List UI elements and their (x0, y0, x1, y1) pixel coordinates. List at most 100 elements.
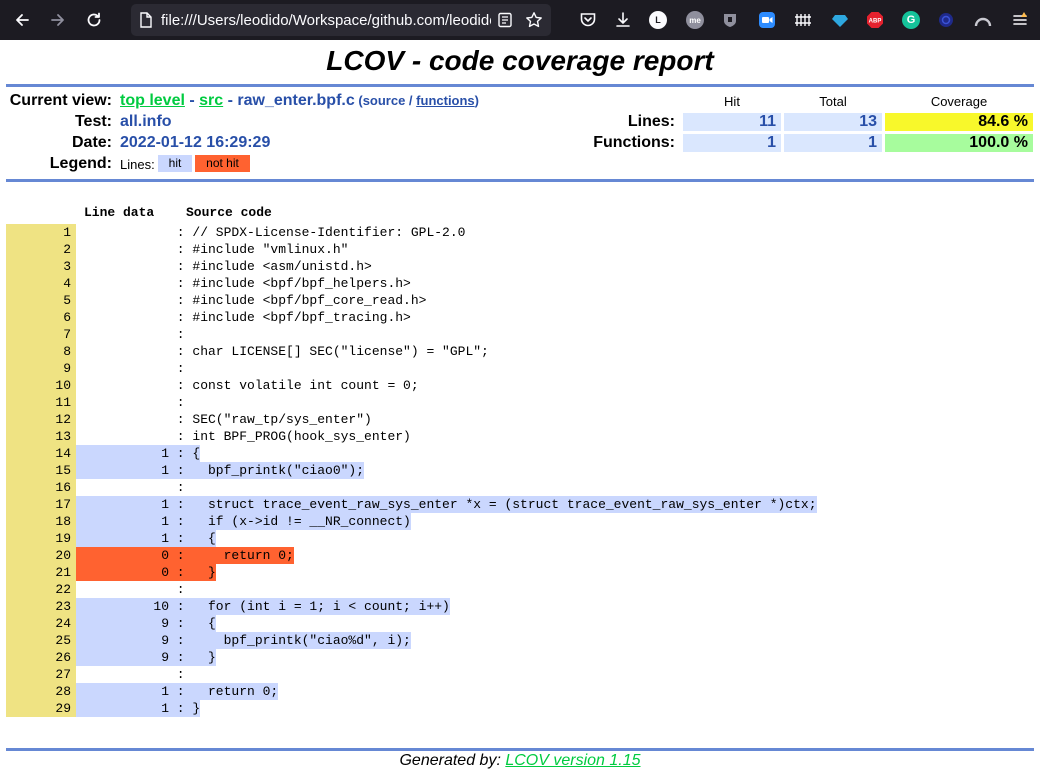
hit-count: 9 (161, 616, 169, 631)
lcov-version-link[interactable]: LCOV version 1.15 (505, 752, 640, 769)
downloads-icon[interactable] (613, 10, 633, 30)
line-content: : (76, 581, 192, 598)
source-text: for (int i = 1; i < count; i++) (192, 599, 450, 614)
line-number: 25 (6, 632, 76, 649)
hit-count: 10 (153, 599, 169, 614)
extension-grid-icon[interactable] (793, 10, 813, 30)
source-text: #include <bpf/bpf_tracing.h> (192, 310, 411, 325)
source-text: struct trace_event_raw_sys_enter *x = (s… (192, 497, 817, 512)
line-separator: : (169, 378, 193, 393)
source-line: 7 : (6, 326, 817, 343)
extension-blue-circle-icon[interactable] (936, 10, 956, 30)
line-separator: : (169, 463, 193, 478)
summary-header-total: Total (819, 94, 847, 109)
line-number: 22 (6, 581, 76, 598)
functions-link[interactable]: functions (416, 93, 475, 108)
test-value: all.info (120, 113, 172, 130)
source-text: #include <bpf/bpf_helpers.h> (192, 276, 411, 291)
line-content: : #include "vmlinux.h" (76, 241, 349, 258)
source-line: 19 1 : { (6, 530, 817, 547)
line-separator: : (169, 429, 193, 444)
page-title: LCOV - code coverage report (326, 45, 714, 76)
source-line: 12 : SEC("raw_tp/sys_enter") (6, 411, 817, 428)
svg-text:ABP: ABP (869, 19, 882, 25)
line-separator: : (169, 242, 193, 257)
line-number: 12 (6, 411, 76, 428)
line-separator: : (169, 327, 193, 342)
forward-button[interactable] (40, 2, 76, 38)
line-number: 14 (6, 445, 76, 462)
hit-count: 0 (161, 548, 169, 563)
line-number: 10 (6, 377, 76, 394)
line-content: 1 : { (76, 530, 216, 547)
extension-shield-icon[interactable] (720, 10, 740, 30)
line-number: 17 (6, 496, 76, 513)
line-content: : (76, 666, 192, 683)
forward-arrow-icon (51, 14, 64, 26)
pocket-icon[interactable] (578, 10, 598, 30)
test-label: Test: (74, 113, 112, 130)
hit-count: 1 (161, 497, 169, 512)
line-number: 26 (6, 649, 76, 666)
summary-header-coverage: Coverage (930, 94, 988, 109)
line-number: 5 (6, 292, 76, 309)
extension-l-icon[interactable]: L (648, 10, 668, 30)
extension-arch-icon[interactable] (973, 10, 993, 30)
breadcrumb-top-level-link[interactable]: top level (120, 92, 185, 109)
line-content: : int BPF_PROG(hook_sys_enter) (76, 428, 411, 445)
hit-count: 1 (161, 514, 169, 529)
source-line: 16 : (6, 479, 817, 496)
line-number: 11 (6, 394, 76, 411)
line-content: 10 : for (int i = 1; i < count; i++) (76, 598, 450, 615)
line-separator: : (169, 361, 193, 376)
hit-count: 1 (161, 446, 169, 461)
source-line: 2 : #include "vmlinux.h" (6, 241, 817, 258)
line-number: 7 (6, 326, 76, 343)
footer: Generated by: LCOV version 1.15 (0, 752, 1040, 770)
breadcrumb-file: raw_enter.bpf.c (237, 92, 355, 109)
line-separator: : (169, 412, 193, 427)
line-separator: : (169, 293, 193, 308)
legend-not-hit-badge: not hit (195, 155, 250, 172)
breadcrumb-src-link[interactable]: src (199, 92, 223, 109)
source-line: 9 : (6, 360, 817, 377)
browser-toolbar: file:///Users/leodido/Workspace/github.c… (0, 0, 1040, 40)
line-data-header: Line data (84, 205, 155, 220)
adblock-plus-icon[interactable]: ABP (865, 10, 885, 30)
grammarly-icon[interactable]: G (901, 10, 921, 30)
zoom-video-icon[interactable] (757, 10, 777, 30)
line-number: 9 (6, 360, 76, 377)
bookmark-star-icon[interactable] (525, 11, 543, 29)
lines-total-value: 13 (784, 113, 882, 131)
functions-coverage-value: 100.0 % (885, 134, 1033, 152)
reader-view-icon[interactable] (497, 12, 513, 28)
back-arrow-icon (16, 14, 29, 26)
extension-gem-icon[interactable] (830, 10, 850, 30)
extension-me-icon[interactable]: me (685, 10, 705, 30)
line-separator: : (169, 650, 193, 665)
source-line: 23 10 : for (int i = 1; i < count; i++) (6, 598, 817, 615)
line-content: : // SPDX-License-Identifier: GPL-2.0 (76, 224, 466, 241)
source-text: bpf_printk("ciao%d", i); (192, 633, 411, 648)
line-content: : (76, 479, 192, 496)
source-text: SEC("raw_tp/sys_enter") (192, 412, 372, 427)
source-line: 10 : const volatile int count = 0; (6, 377, 817, 394)
line-separator: : (169, 310, 193, 325)
menu-icon[interactable] (1010, 10, 1030, 30)
line-separator: : (169, 225, 193, 240)
functions-total-value: 1 (784, 134, 882, 152)
line-content: : #include <bpf/bpf_helpers.h> (76, 275, 411, 292)
footer-ruler (6, 748, 1034, 751)
reload-button[interactable] (76, 2, 112, 38)
source-line: 4 : #include <bpf/bpf_helpers.h> (6, 275, 817, 292)
line-separator: : (169, 565, 193, 580)
source-text: { (192, 616, 216, 631)
hit-count: 1 (161, 701, 169, 716)
back-button[interactable] (4, 2, 40, 38)
address-bar[interactable]: file:///Users/leodido/Workspace/github.c… (131, 4, 551, 36)
source-line: 24 9 : { (6, 615, 817, 632)
line-separator: : (169, 599, 193, 614)
source-text: #include "vmlinux.h" (192, 242, 349, 257)
hit-count: 1 (161, 531, 169, 546)
line-separator: : (169, 514, 193, 529)
